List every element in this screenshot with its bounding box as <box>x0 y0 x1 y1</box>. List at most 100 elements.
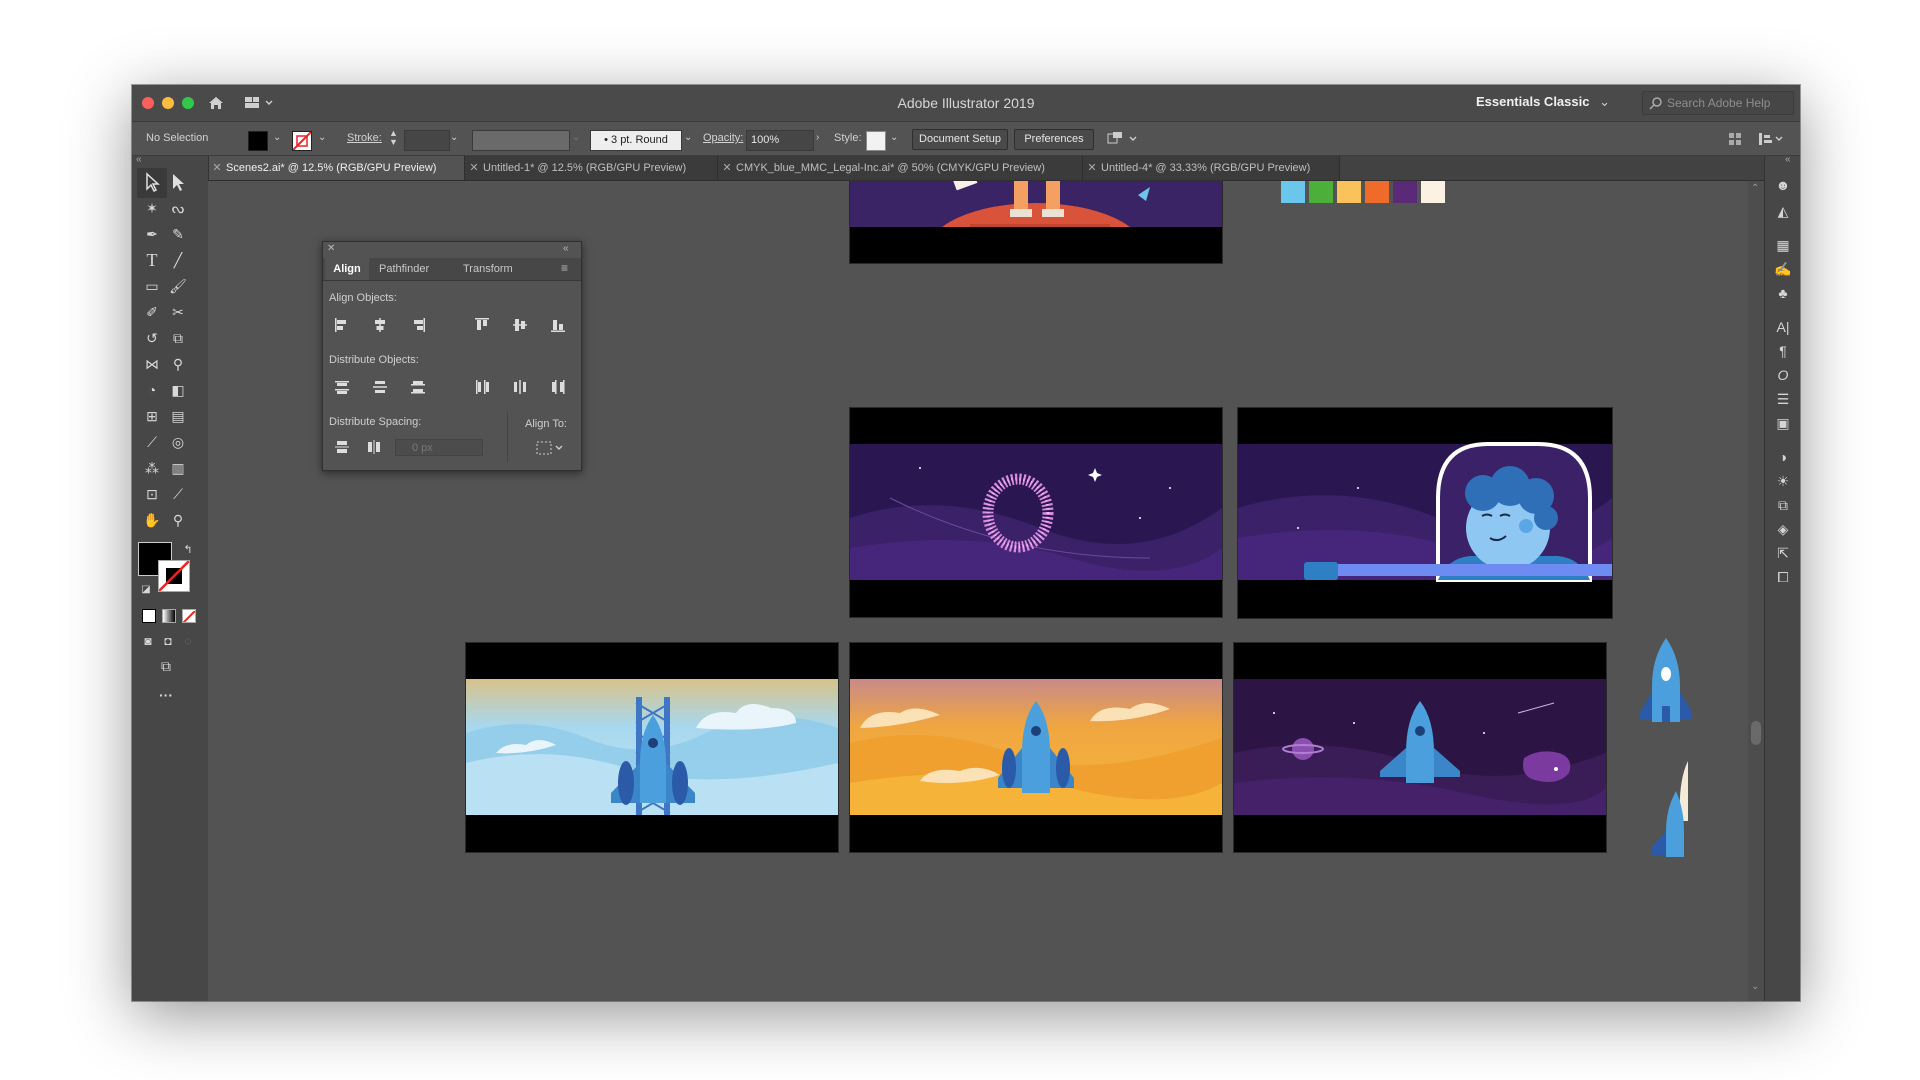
opacity-label[interactable]: Opacity: <box>703 132 743 144</box>
rectangle-tool-icon[interactable]: ▭ <box>141 275 163 297</box>
vertical-align-center-icon[interactable] <box>511 316 529 334</box>
brush-dropdown-icon[interactable]: ⌄ <box>684 132 692 143</box>
panel-options-icon[interactable] <box>1757 131 1785 147</box>
tab-transform[interactable]: Transform <box>463 258 513 280</box>
expand-panels-icon[interactable]: « <box>1785 154 1791 165</box>
slice-tool-icon[interactable]: ⟋ <box>167 483 189 505</box>
line-segment-tool-icon[interactable]: ╱ <box>167 249 189 271</box>
edit-toolbar-icon[interactable]: ··· <box>155 684 177 706</box>
gradient-panel-icon[interactable]: ▣ <box>1772 412 1794 434</box>
tab-align[interactable]: Align <box>325 258 369 280</box>
fill-swatch[interactable] <box>248 131 268 151</box>
scissors-tool-icon[interactable]: ✂ <box>167 301 189 323</box>
align-distribute-icon[interactable] <box>1727 131 1743 147</box>
horizontal-align-right-icon[interactable] <box>409 316 427 334</box>
transparency-panel-icon[interactable]: ◑ <box>1772 446 1794 468</box>
scale-tool-icon[interactable]: ⧉ <box>167 327 189 349</box>
style-dropdown-icon[interactable]: ⌄ <box>890 132 898 143</box>
shape-builder-tool-icon[interactable]: ◔ <box>141 379 163 401</box>
puppet-warp-tool-icon[interactable]: ⚲ <box>167 353 189 375</box>
artboard-tool-icon[interactable]: ⊡ <box>141 483 163 505</box>
graphic-styles-icon[interactable]: ⧉ <box>1772 494 1794 516</box>
palette-swatch[interactable] <box>1337 181 1361 203</box>
character-panel-icon[interactable]: A| <box>1772 316 1794 338</box>
artboard-astronaut[interactable] <box>1237 407 1613 619</box>
horizontal-distribute-right-icon[interactable] <box>549 378 567 396</box>
stroke-color-box[interactable] <box>158 560 190 592</box>
color-guide-icon[interactable]: ◭ <box>1772 200 1794 222</box>
lasso-tool-icon[interactable]: ᔓ <box>167 197 189 219</box>
blend-tool-icon[interactable]: ◎ <box>167 431 189 453</box>
default-fill-stroke-icon[interactable]: ◪ <box>135 579 157 601</box>
horizontal-distribute-center-icon[interactable] <box>511 378 529 396</box>
symbols-panel-icon[interactable]: ♣ <box>1772 282 1794 304</box>
asset-export-icon[interactable]: ⇱ <box>1772 542 1794 564</box>
swap-fill-stroke-icon[interactable]: ↰ <box>177 539 199 561</box>
palette-swatch[interactable] <box>1393 181 1417 203</box>
artboard-sunset-launch[interactable] <box>849 642 1223 853</box>
curvature-tool-icon[interactable]: ✎ <box>167 223 189 245</box>
palette-swatch[interactable] <box>1309 181 1333 203</box>
search-input[interactable]: Search Adobe Help <box>1642 91 1794 115</box>
artboard-mars[interactable] <box>849 181 1223 264</box>
vertical-align-top-icon[interactable] <box>473 316 491 334</box>
vertical-distribute-top-icon[interactable] <box>333 378 351 396</box>
variable-width-profile[interactable] <box>472 130 570 151</box>
fill-dropdown-icon[interactable]: ⌄ <box>273 132 281 143</box>
opacity-field[interactable]: 100% <box>746 130 814 151</box>
draw-normal-icon[interactable]: ◙ <box>137 630 159 652</box>
stroke-weight-field[interactable] <box>404 130 450 151</box>
stroke-label[interactable]: Stroke: <box>347 132 382 144</box>
pen-tool-icon[interactable]: ✒ <box>141 223 163 245</box>
horizontal-distribute-space-icon[interactable] <box>365 438 383 456</box>
vertical-distribute-center-icon[interactable] <box>371 378 389 396</box>
mesh-tool-icon[interactable]: ⊞ <box>141 405 163 427</box>
arrange-icon[interactable] <box>1107 131 1141 147</box>
horizontal-distribute-left-icon[interactable] <box>473 378 491 396</box>
tab-cmyk-blue[interactable]: ✕ CMYK_blue_MMC_Legal-Inc.ai* @ 50% (CMYK… <box>718 156 1083 180</box>
vertical-align-bottom-icon[interactable] <box>549 316 567 334</box>
graphic-style-swatch[interactable] <box>866 131 886 151</box>
artboard-deep-space[interactable] <box>1233 642 1607 853</box>
collapse-tools-icon[interactable]: « <box>136 154 142 165</box>
close-tab-icon[interactable]: ✕ <box>465 156 483 180</box>
opentype-panel-icon[interactable]: O <box>1772 364 1794 386</box>
stroke-panel-icon[interactable]: ☰ <box>1772 388 1794 410</box>
stroke-stepper-icon[interactable]: ▲ ▼ <box>389 129 398 147</box>
artboard-galaxy-ring[interactable] <box>849 407 1223 618</box>
scroll-thumb[interactable] <box>1751 721 1761 745</box>
type-tool-icon[interactable]: T <box>141 249 163 271</box>
paintbrush-tool-icon[interactable]: 🖌 <box>167 275 189 297</box>
profile-dropdown-icon[interactable]: ⌄ <box>572 132 580 143</box>
direct-selection-tool-icon[interactable] <box>167 171 189 193</box>
opacity-arrow-icon[interactable]: › <box>816 132 819 143</box>
close-tab-icon[interactable]: ✕ <box>208 156 226 180</box>
swatches-panel-icon[interactable]: ▦ <box>1772 234 1794 256</box>
shaper-tool-icon[interactable]: ✐ <box>141 301 163 323</box>
rocket-asset-partial[interactable] <box>1648 761 1688 861</box>
scroll-up-icon[interactable]: ⌃ <box>1751 183 1759 194</box>
palette-swatch[interactable] <box>1365 181 1389 203</box>
tab-untitled-1[interactable]: ✕ Untitled-1* @ 12.5% (RGB/GPU Preview) <box>465 156 718 180</box>
gradient-tool-icon[interactable]: ▤ <box>167 405 189 427</box>
eyedropper-tool-icon[interactable]: ⟋ <box>141 431 163 453</box>
tab-untitled-4[interactable]: ✕ Untitled-4* @ 33.33% (RGB/GPU Preview) <box>1083 156 1340 180</box>
color-mode-button[interactable] <box>142 609 156 623</box>
width-tool-icon[interactable]: ⋈ <box>141 353 163 375</box>
tab-pathfinder[interactable]: Pathfinder <box>379 258 429 280</box>
rotate-tool-icon[interactable]: ↺ <box>141 327 163 349</box>
vertical-distribute-space-icon[interactable] <box>333 438 351 456</box>
vertical-distribute-bottom-icon[interactable] <box>409 378 427 396</box>
hand-tool-icon[interactable]: ✋ <box>141 509 163 531</box>
palette-swatch[interactable] <box>1421 181 1445 203</box>
close-tab-icon[interactable]: ✕ <box>1083 156 1101 180</box>
color-panel-icon[interactable]: ☻ <box>1772 174 1794 196</box>
palette-swatch[interactable] <box>1281 181 1305 203</box>
collapse-panel-icon[interactable]: « <box>563 243 569 254</box>
document-setup-button[interactable]: Document Setup <box>912 129 1008 150</box>
close-tab-icon[interactable]: ✕ <box>718 156 736 180</box>
stroke-dropdown-icon[interactable]: ⌄ <box>318 132 326 143</box>
layers-panel-icon[interactable]: ◈ <box>1772 518 1794 540</box>
magic-wand-tool-icon[interactable]: ✶ <box>141 197 163 219</box>
tab-scenes2[interactable]: ✕ Scenes2.ai* @ 12.5% (RGB/GPU Preview) <box>208 156 465 180</box>
